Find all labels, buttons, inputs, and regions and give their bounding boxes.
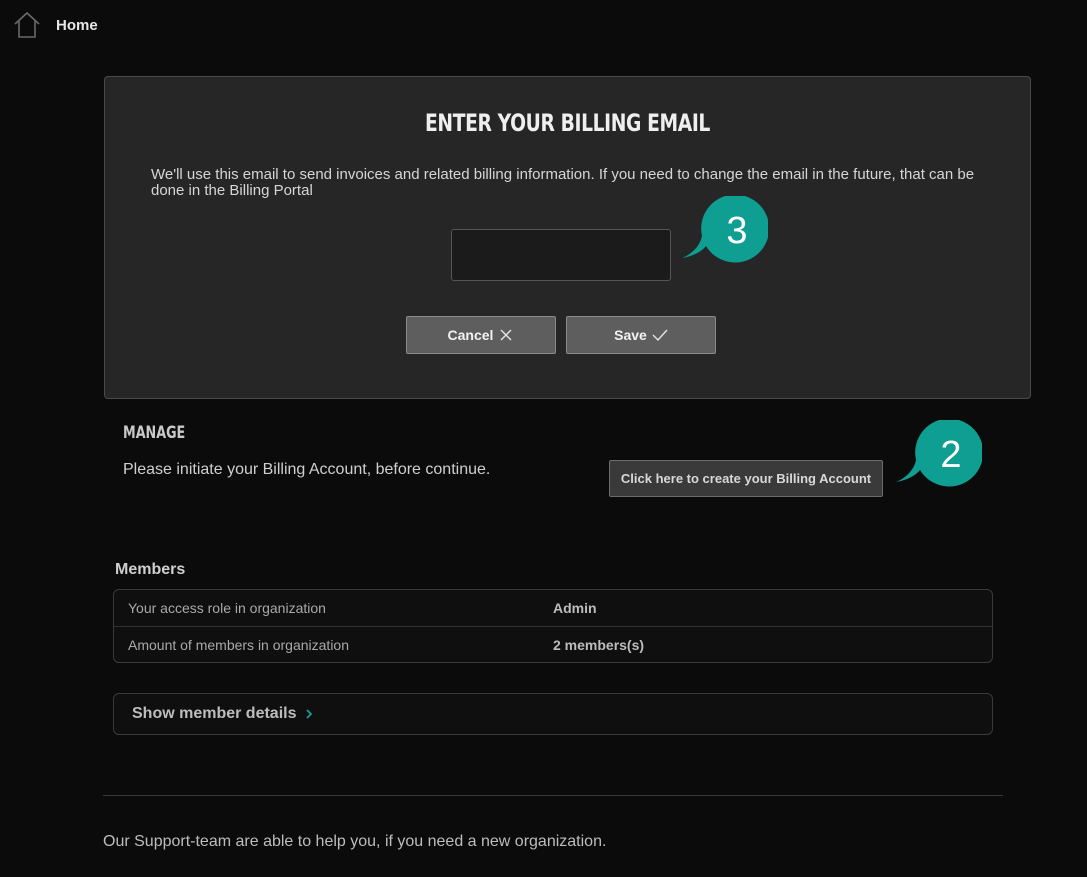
save-button[interactable]: Save <box>566 316 716 354</box>
manage-title: MANAGE <box>123 423 186 443</box>
check-icon <box>652 329 668 342</box>
row-value: 2 members(s) <box>553 636 645 653</box>
dialog-title: ENTER YOUR BILLING EMAIL <box>425 109 710 137</box>
billing-email-input[interactable] <box>451 229 671 281</box>
step-3-callout: 3 <box>678 196 768 276</box>
close-icon <box>500 329 512 341</box>
billing-email-dialog: ENTER YOUR BILLING EMAIL We'll use this … <box>104 76 1031 399</box>
members-title: Members <box>115 561 186 578</box>
page: Home ENTER YOUR BILLING EMAIL We'll use … <box>0 0 1087 877</box>
cancel-button-label: Cancel <box>447 327 494 343</box>
create-billing-account-button[interactable]: Click here to create your Billing Accoun… <box>609 460 883 497</box>
divider <box>103 795 1003 796</box>
step-2-number: 2 <box>940 434 962 476</box>
dialog-description: We'll use this email to send invoices an… <box>151 166 975 199</box>
step-3-number: 3 <box>726 210 748 252</box>
step-2-callout: 2 <box>892 420 982 500</box>
members-table: Your access role in organization Admin A… <box>113 589 993 663</box>
home-link[interactable]: Home <box>12 10 98 40</box>
support-text: Our Support-team are able to help you, i… <box>103 833 607 850</box>
member-details-label: Show member details <box>132 705 297 722</box>
home-label: Home <box>56 16 98 34</box>
show-member-details-toggle[interactable]: Show member details <box>113 693 993 735</box>
row-label: Your access role in organization <box>128 600 326 616</box>
row-label: Amount of members in organization <box>128 636 349 653</box>
save-button-label: Save <box>614 327 647 343</box>
home-icon <box>14 11 40 38</box>
chevron-right-icon <box>305 709 312 719</box>
manage-text: Please initiate your Billing Account, be… <box>123 461 491 478</box>
row-value: Admin <box>553 600 597 616</box>
table-row: Amount of members in organization 2 memb… <box>114 626 992 662</box>
table-row: Your access role in organization Admin <box>114 590 992 626</box>
cancel-button[interactable]: Cancel <box>406 316 556 354</box>
